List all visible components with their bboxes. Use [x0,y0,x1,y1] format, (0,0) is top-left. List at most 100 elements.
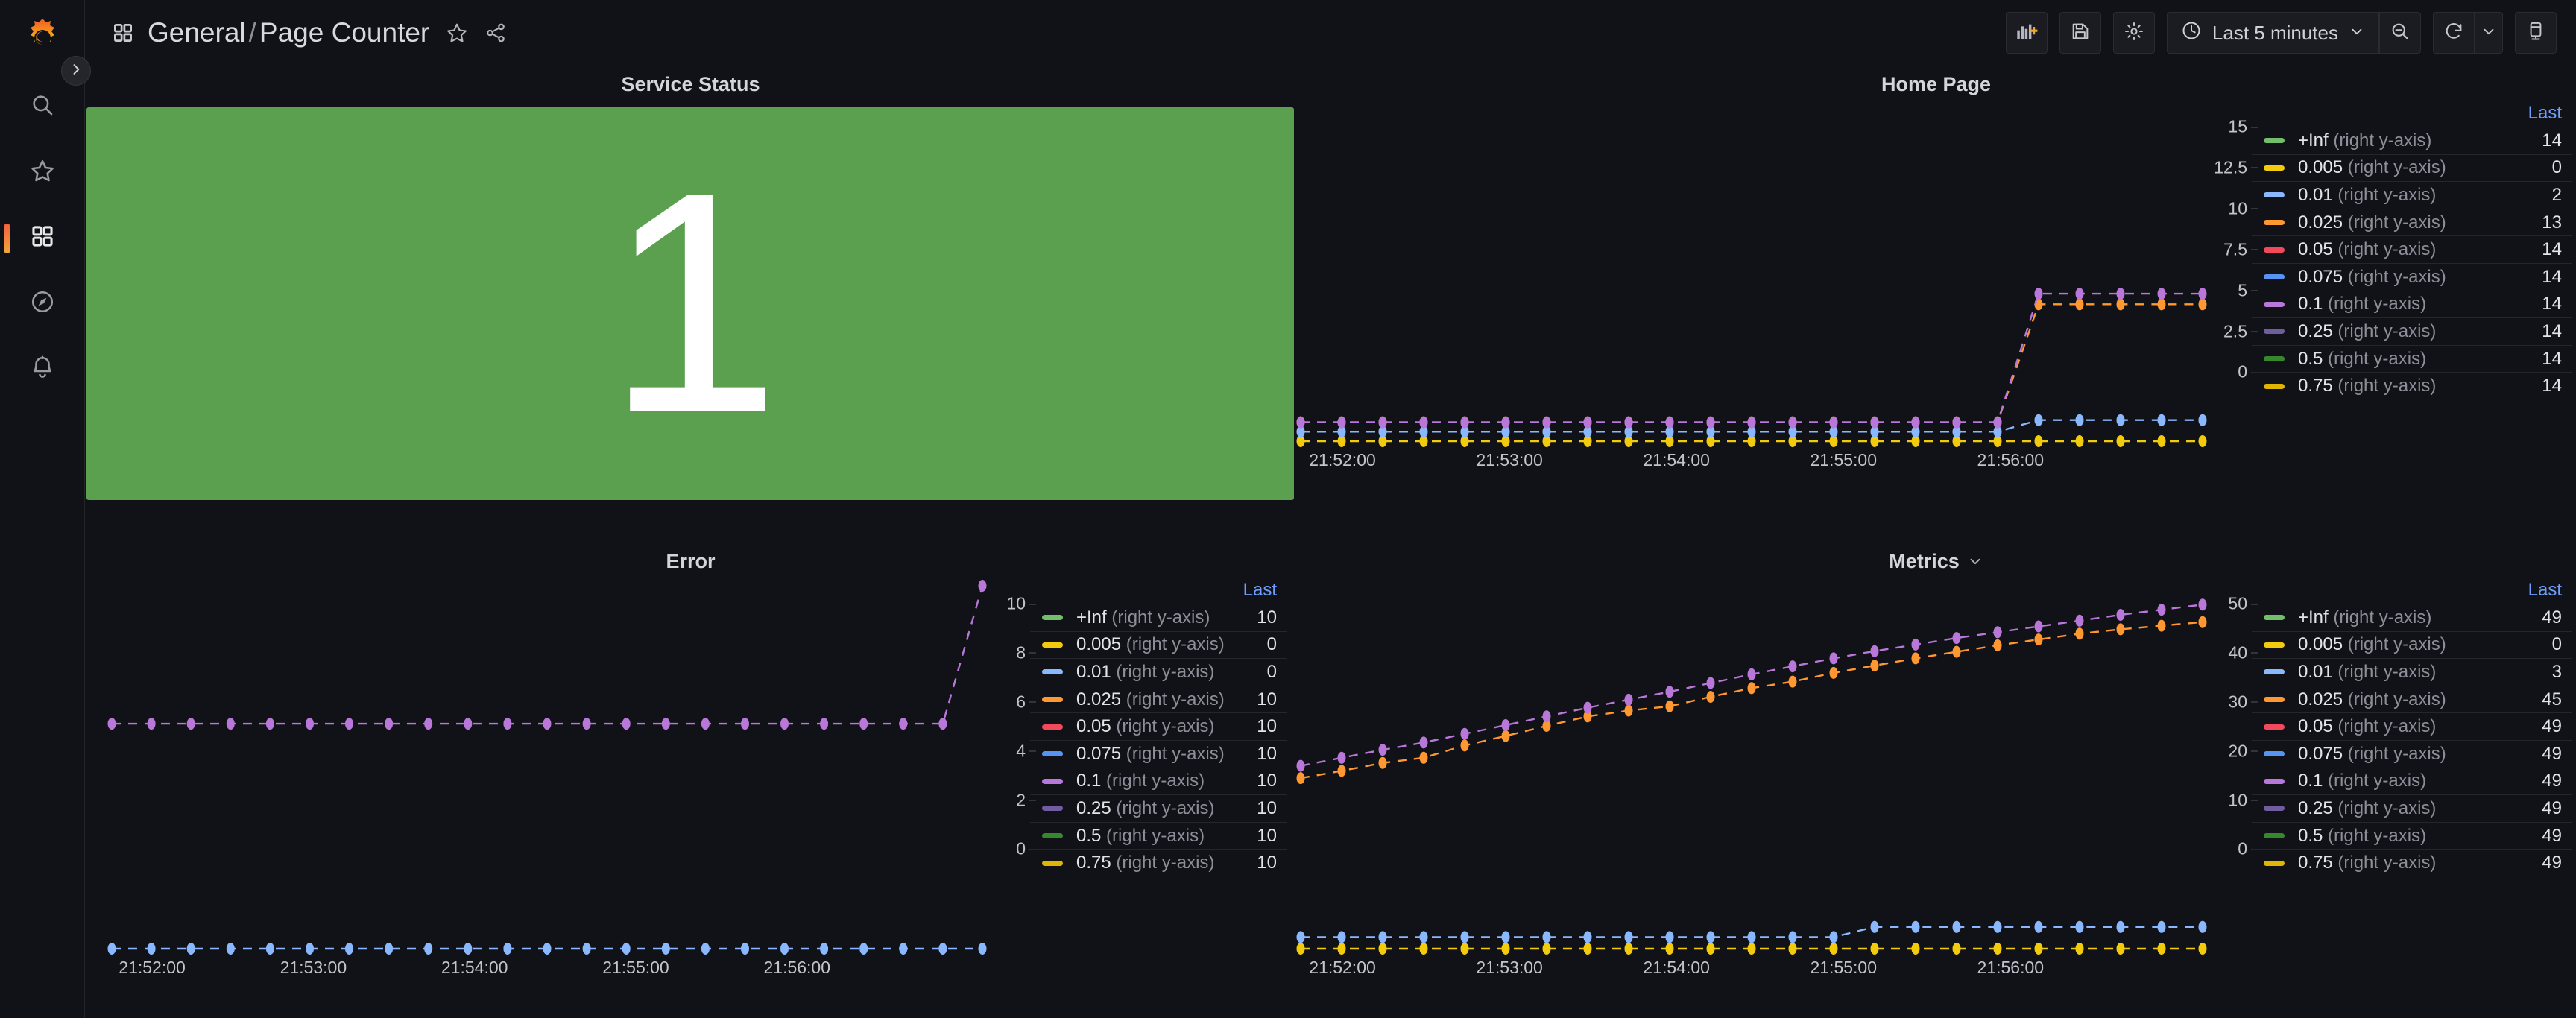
legend-color-swatch[interactable] [2264,642,2285,648]
legend-color-swatch[interactable] [1042,642,1063,648]
plot-area-error[interactable]: 21:52:0021:53:0021:54:0021:55:0021:56:00 [107,577,987,983]
legend-color-swatch[interactable] [1042,697,1063,702]
series-point [1584,702,1592,714]
save-dashboard-button[interactable] [2059,12,2101,54]
plot-area-home-page[interactable]: 21:52:0021:53:0021:54:0021:55:0021:56:00 [1296,274,2207,475]
legend-color-swatch[interactable] [2264,806,2285,811]
legend-row[interactable]: 0.25 (right y-axis)10 [1030,794,1287,822]
legend-color-swatch[interactable] [1042,806,1063,811]
star-outline-icon[interactable] [446,22,468,44]
panel-home-page[interactable]: Home Page 21:52:0021:53:0021:54:0021:55:… [1296,66,2576,543]
legend-row[interactable]: 0.05 (right y-axis)14 [2252,235,2572,263]
legend-row[interactable]: 0.1 (right y-axis)10 [1030,768,1287,795]
legend-row[interactable]: 0.5 (right y-axis)49 [2252,822,2572,850]
legend-row[interactable]: 0.075 (right y-axis)49 [2252,740,2572,768]
tv-mode-button[interactable] [2515,12,2557,54]
legend-row[interactable]: 0.005 (right y-axis)0 [1030,631,1287,659]
share-icon[interactable] [484,22,507,44]
legend-row[interactable]: +Inf (right y-axis)10 [1030,604,1287,631]
zoom-out-time-button[interactable] [2379,12,2421,54]
legend-color-swatch[interactable] [2264,302,2285,307]
chevron-down-icon[interactable] [1967,553,1983,569]
legend-color-swatch[interactable] [1042,861,1063,866]
plot-svg [1296,274,2207,475]
panel-service-status[interactable]: Service Status 1 [85,66,1296,543]
legend-row[interactable]: 0.25 (right y-axis)49 [2252,794,2572,822]
legend-row[interactable]: 0.025 (right y-axis)45 [2252,686,2572,713]
legend-color-swatch[interactable] [2264,724,2285,730]
sidebar-item-starred[interactable] [16,146,69,198]
legend-row[interactable]: 0.75 (right y-axis)49 [2252,849,2572,876]
legend-color-swatch[interactable] [1042,751,1063,756]
legend-color-swatch[interactable] [1042,724,1063,730]
legend-color-swatch[interactable] [2264,615,2285,620]
legend-color-swatch[interactable] [2264,247,2285,253]
legend-color-swatch[interactable] [1042,669,1063,674]
sidebar-item-dashboards[interactable] [16,212,69,264]
legend-row[interactable]: 0.1 (right y-axis)14 [2252,291,2572,318]
panel-error[interactable]: Error 21:52:0021:53:0021:54:0021:55:0021… [85,543,1296,1018]
legend-color-swatch[interactable] [1042,779,1063,784]
legend-error[interactable]: Last +Inf (right y-axis)100.005 (right y-… [1030,577,1287,983]
legend-row[interactable]: 0.01 (right y-axis)0 [1030,658,1287,686]
legend-row[interactable]: 0.5 (right y-axis)10 [1030,822,1287,850]
legend-row[interactable]: 0.05 (right y-axis)49 [2252,712,2572,740]
legend-color-swatch[interactable] [1042,615,1063,620]
legend-metrics[interactable]: Last +Inf (right y-axis)490.005 (right y-… [2252,577,2572,983]
legend-row[interactable]: 0.005 (right y-axis)0 [2252,631,2572,659]
legend-row[interactable]: +Inf (right y-axis)49 [2252,604,2572,631]
series-point [1707,943,1715,955]
series-point [2158,620,2166,632]
time-range-picker[interactable]: Last 5 minutes [2167,12,2379,54]
legend-row[interactable]: 0.075 (right y-axis)10 [1030,740,1287,768]
legend-home-page[interactable]: Last +Inf (right y-axis)140.005 (right y-… [2252,100,2572,506]
sidebar-item-explore[interactable] [16,277,69,329]
legend-color-swatch[interactable] [2264,138,2285,143]
legend-color-swatch[interactable] [2264,220,2285,225]
plot-area-metrics[interactable]: 21:52:0021:53:0021:54:0021:55:0021:56:00 [1296,577,2207,983]
legend-color-swatch[interactable] [2264,669,2285,674]
nav-expand-button[interactable] [61,56,91,86]
legend-row[interactable]: 0.5 (right y-axis)14 [2252,345,2572,373]
page-title[interactable]: General/Page Counter [148,17,429,48]
legend-row[interactable]: 0.25 (right y-axis)14 [2252,317,2572,345]
legend-color-swatch[interactable] [2264,833,2285,838]
add-panel-button[interactable] [2006,12,2048,54]
breadcrumb-dashboard[interactable]: Page Counter [259,17,429,48]
legend-color-swatch[interactable] [2264,779,2285,784]
dashboard-settings-button[interactable] [2113,12,2155,54]
legend-row[interactable]: 0.005 (right y-axis)0 [2252,154,2572,182]
grafana-logo-icon[interactable] [16,10,69,63]
refresh-interval-dropdown[interactable] [2475,12,2503,54]
legend-color-swatch[interactable] [1042,833,1063,838]
series-point [2035,921,2043,933]
legend-color-swatch[interactable] [2264,165,2285,171]
legend-color-swatch[interactable] [2264,356,2285,361]
legend-color-swatch[interactable] [2264,751,2285,756]
legend-row[interactable]: 0.05 (right y-axis)10 [1030,712,1287,740]
legend-row[interactable]: 0.025 (right y-axis)10 [1030,686,1287,713]
legend-row[interactable]: 0.75 (right y-axis)14 [2252,372,2572,399]
legend-color-swatch[interactable] [2264,697,2285,702]
legend-row[interactable]: 0.1 (right y-axis)49 [2252,768,2572,795]
legend-last-header[interactable]: Last [2528,580,2562,601]
legend-color-swatch[interactable] [2264,329,2285,334]
legend-last-header[interactable]: Last [1243,580,1277,601]
legend-color-swatch[interactable] [2264,192,2285,197]
legend-color-swatch[interactable] [2264,384,2285,389]
legend-last-header[interactable]: Last [2528,103,2562,124]
legend-row[interactable]: 0.01 (right y-axis)3 [2252,658,2572,686]
legend-color-swatch[interactable] [2264,274,2285,279]
refresh-button[interactable] [2433,12,2475,54]
legend-color-swatch[interactable] [2264,861,2285,866]
legend-row[interactable]: 0.75 (right y-axis)10 [1030,849,1287,876]
panel-metrics[interactable]: Metrics 21:52:0021:53:0021:54:0021:55:00… [1296,543,2576,1018]
legend-row[interactable]: 0.075 (right y-axis)14 [2252,263,2572,291]
sidebar-item-search[interactable] [16,80,69,133]
sidebar-item-alerting[interactable] [16,343,69,395]
series-point [227,718,235,730]
legend-row[interactable]: 0.025 (right y-axis)13 [2252,209,2572,236]
legend-row[interactable]: +Inf (right y-axis)14 [2252,127,2572,154]
breadcrumb-folder[interactable]: General [148,17,246,48]
legend-row[interactable]: 0.01 (right y-axis)2 [2252,181,2572,209]
